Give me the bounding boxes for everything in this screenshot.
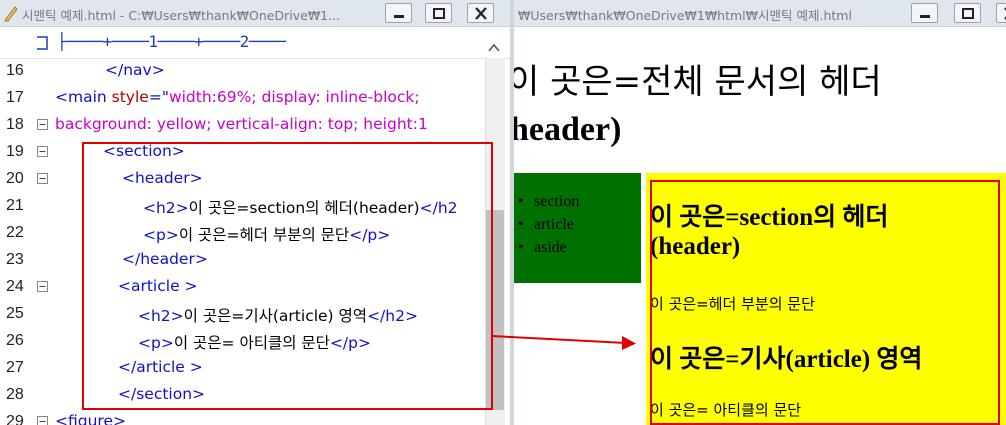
maximize-icon — [433, 8, 445, 19]
ruler-scale: ├────+────1────+────2──── — [57, 32, 286, 51]
browser-titlebar[interactable]: ₩Users₩thank₩OneDrive₩1₩html₩시맨틱 예제.html — [514, 0, 1006, 27]
code-text: </nav> — [105, 61, 165, 79]
line-number: 22 — [6, 224, 24, 241]
line-number: 28 — [6, 386, 24, 403]
code-line[interactable]: 17 <main style="width:69%; display: inlin… — [0, 86, 485, 113]
browser-minimize-button[interactable] — [911, 3, 938, 23]
code-token-val: background: yellow; vertical-align: top;… — [55, 115, 428, 133]
connector-arrow — [491, 335, 636, 350]
document-header-heading-cont: header) — [510, 111, 622, 148]
bullet-icon: • — [518, 239, 524, 256]
editor-title: 시맨틱 예제.html - C:₩Users₩thank₩OneDrive₩1.… — [22, 8, 341, 23]
close-icon — [1004, 7, 1006, 20]
editor-titlebar[interactable]: 시맨틱 예제.html - C:₩Users₩thank₩OneDrive₩1.… — [0, 0, 510, 27]
line-number: 18 — [6, 116, 24, 133]
highlight-box-rendered — [650, 180, 1000, 425]
line-number: 17 — [6, 89, 24, 106]
line-number: 24 — [6, 278, 24, 295]
line-number: 21 — [6, 197, 24, 214]
maximize-icon — [962, 8, 974, 19]
maximize-button[interactable] — [425, 3, 452, 23]
fold-toggle-icon[interactable] — [37, 281, 48, 292]
nav-region: • section • article • aside — [514, 173, 641, 283]
nav-list-item-label: article — [534, 216, 574, 233]
nav-list-item: • aside — [518, 239, 579, 262]
fold-toggle-icon[interactable] — [37, 119, 48, 130]
highlight-box-code — [82, 142, 493, 410]
document-edit-icon — [4, 6, 18, 22]
line-number: 23 — [6, 251, 24, 268]
code-line[interactable]: 29 <figure> — [0, 410, 485, 425]
code-editor-window: 시맨틱 예제.html - C:₩Users₩thank₩OneDrive₩1.… — [0, 0, 510, 425]
code-text: <figure> — [55, 412, 126, 425]
browser-maximize-button[interactable] — [954, 3, 981, 23]
line-number: 27 — [6, 359, 24, 376]
code-text: background: yellow; vertical-align: top;… — [55, 115, 428, 133]
code-token-tag: </nav> — [105, 61, 165, 79]
code-line[interactable]: 16 </nav> — [0, 59, 485, 86]
fold-toggle-icon[interactable] — [37, 173, 48, 184]
fold-toggle-icon[interactable] — [37, 416, 48, 425]
line-number: 19 — [6, 143, 24, 160]
bullet-icon: • — [518, 216, 524, 233]
minimize-icon — [920, 15, 930, 18]
ruler-caret-icon — [37, 36, 48, 50]
line-number: 20 — [6, 170, 24, 187]
scroll-up-arrow-icon[interactable] — [485, 40, 503, 56]
code-token-tag: <figure> — [55, 412, 126, 425]
document-header-heading: 이 곳은=전체 문서의 헤더 — [510, 62, 882, 102]
nav-list-item: • section — [518, 193, 579, 216]
code-token-val: width:69%; display: inline-block; — [168, 88, 420, 106]
line-number: 16 — [6, 62, 24, 79]
line-number: 26 — [6, 332, 24, 349]
browser-window: ₩Users₩thank₩OneDrive₩1₩html₩시맨틱 예제.html… — [510, 0, 1006, 425]
rendered-page: 이 곳은=전체 문서의 헤더 header) • section • article •… — [514, 27, 1006, 425]
close-button[interactable] — [467, 3, 494, 23]
nav-list-item: • article — [518, 216, 579, 239]
nav-list-item-label: section — [534, 193, 580, 210]
code-token-tag: <main — [55, 88, 112, 106]
browser-title: ₩Users₩thank₩OneDrive₩1₩html₩시맨틱 예제.html — [518, 8, 852, 23]
code-token-attr: style — [111, 88, 149, 106]
line-number: 29 — [6, 413, 24, 425]
code-token-tag: =" — [148, 88, 169, 106]
bullet-icon: • — [518, 193, 524, 210]
close-icon — [475, 7, 487, 20]
code-text: <main style="width:69%; display: inline-… — [55, 88, 420, 106]
minimize-button[interactable] — [385, 3, 412, 23]
line-number: 25 — [6, 305, 24, 322]
column-ruler: ├────+────1────+────2──── — [0, 27, 510, 59]
nav-list: • section • article • aside — [518, 193, 579, 262]
code-line[interactable]: 18 background: yellow; vertical-align: to… — [0, 113, 485, 140]
nav-list-item-label: aside — [534, 239, 567, 256]
fold-toggle-icon[interactable] — [37, 146, 48, 157]
browser-close-button[interactable] — [996, 3, 1006, 23]
minimize-icon — [394, 15, 404, 18]
